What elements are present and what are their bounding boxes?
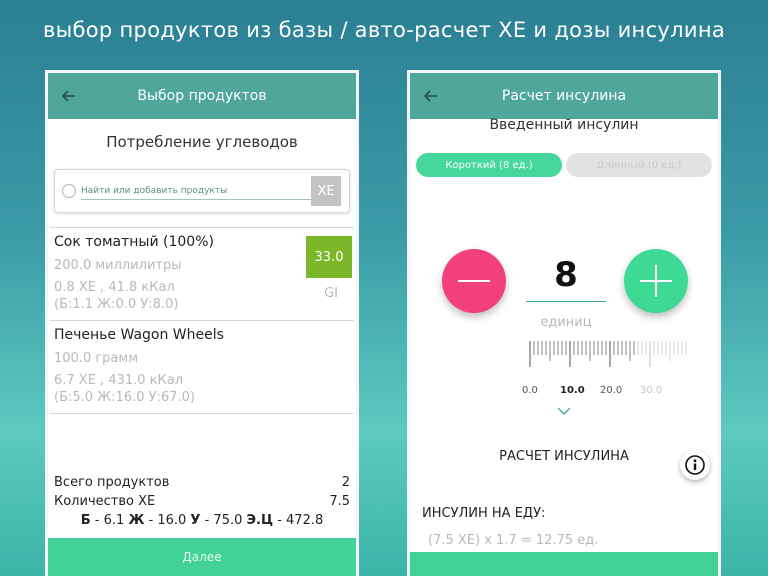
dose-value: 8 [554, 255, 578, 295]
food-amount: 100.0 грамм [54, 351, 139, 366]
search-icon [61, 183, 77, 199]
app-bar: Расчет инсулина [410, 73, 718, 119]
total-xe-label: Количество ХЕ [54, 494, 156, 509]
section-title: Введенный инсулин [489, 117, 639, 133]
back-button[interactable] [420, 85, 442, 107]
gi-label: GI [324, 286, 338, 301]
food-macros: (Б:1.1 Ж:0.0 У:8.0) [54, 297, 179, 312]
food-insulin-calc: (7.5 ХЕ) x 1.7 = 12.75 ед. [428, 533, 599, 548]
search-input[interactable] [81, 182, 311, 200]
food-insulin-label: ИНСУЛИН НА ЕДУ: [422, 506, 546, 521]
ruler-label: 0.0 [522, 385, 538, 396]
app-bar-title: Расчет инсулина [501, 88, 627, 104]
app-bar: Выбор продуктов [48, 73, 356, 119]
food-item[interactable]: Печенье Wagon Wheels 100.0 грамм 6.7 ХЕ … [48, 321, 356, 413]
bottom-action-button[interactable] [410, 552, 718, 576]
gi-badge: 33.0 [306, 236, 352, 278]
arrow-left-icon [424, 90, 437, 102]
calc-title: РАСЧЕТ ИНСУЛИНА [499, 449, 629, 464]
arrow-left-icon [62, 90, 75, 102]
info-button[interactable] [680, 450, 710, 480]
insulin-type-tabs: Короткий (8 ед.) Длинный (0 ед.) [416, 153, 712, 177]
total-xe-row: Количество ХЕ 7.5 [54, 492, 350, 511]
food-summary: 0.8 ХЕ , 41.8 кКал [54, 280, 175, 295]
ruler-labels: 0.0 10.0 20.0 30.0 [522, 385, 702, 399]
promo-headline: выбор продуктов из базы / авто-расчет ХЕ… [42, 18, 726, 42]
carbs-value: - 75.0 [204, 513, 243, 528]
food-macros: (Б:5.0 Ж:16.0 У:67.0) [54, 390, 195, 405]
ruler-label: 10.0 [560, 385, 585, 396]
protein-label: Б [80, 513, 91, 528]
tab-short-insulin[interactable]: Короткий (8 ед.) [416, 153, 562, 177]
total-products-value: 2 [341, 475, 350, 490]
dose-unit: единиц [540, 315, 592, 330]
food-nutrition: 0.8 ХЕ , 41.8 кКал (Б:1.1 Ж:0.0 У:8.0) [54, 279, 350, 313]
food-nutrition: 6.7 ХЕ , 431.0 кКал (Б:5.0 Ж:16.0 У:67.0… [54, 372, 350, 406]
fat-label: Ж [128, 513, 145, 528]
app-bar-title: Выбор продуктов [137, 88, 267, 104]
food-item[interactable]: Сок томатный (100%) 200.0 миллилитры 0.8… [48, 228, 356, 320]
energy-label: Э.Ц [246, 513, 274, 528]
protein-value: - 6.1 [94, 513, 125, 528]
totals-panel: Всего продуктов 2 Количество ХЕ 7.5 Б - … [54, 473, 350, 528]
product-selection-screen: Выбор продуктов Потребление углеводов ХЕ… [45, 70, 359, 576]
dose-ruler-slider[interactable] [528, 341, 688, 371]
tab-long-insulin[interactable]: Длинный (0 ед.) [566, 153, 712, 177]
search-box: ХЕ [54, 169, 350, 213]
minus-icon [458, 280, 490, 282]
food-name: Печенье Wagon Wheels [54, 327, 224, 343]
fat-value: - 16.0 [148, 513, 187, 528]
chevron-down-icon[interactable] [556, 406, 572, 416]
ruler-label: 30.0 [640, 385, 663, 396]
energy-value: - 472.8 [277, 513, 324, 528]
carbs-label: У [190, 513, 201, 528]
macro-totals: Б - 6.1 Ж - 16.0 У - 75.0 Э.Ц - 472.8 [54, 513, 350, 528]
food-summary: 6.7 ХЕ , 431.0 кКал [54, 373, 184, 388]
back-button[interactable] [58, 85, 80, 107]
plus-icon-v [655, 265, 657, 297]
section-title: Потребление углеводов [106, 133, 298, 151]
next-button[interactable]: Далее [48, 538, 356, 576]
decrease-dose-button[interactable] [442, 249, 506, 313]
info-icon [685, 455, 705, 475]
insulin-calculation-screen: Расчет инсулина Введенный инсулин Коротк… [407, 70, 721, 576]
ruler-label: 20.0 [600, 385, 623, 396]
divider [50, 413, 354, 414]
total-products-label: Всего продуктов [54, 475, 170, 490]
increase-dose-button[interactable] [624, 249, 688, 313]
total-products-row: Всего продуктов 2 [54, 473, 350, 492]
total-xe-value: 7.5 [329, 494, 350, 509]
xe-button[interactable]: ХЕ [311, 176, 341, 206]
dose-underline [526, 301, 606, 302]
